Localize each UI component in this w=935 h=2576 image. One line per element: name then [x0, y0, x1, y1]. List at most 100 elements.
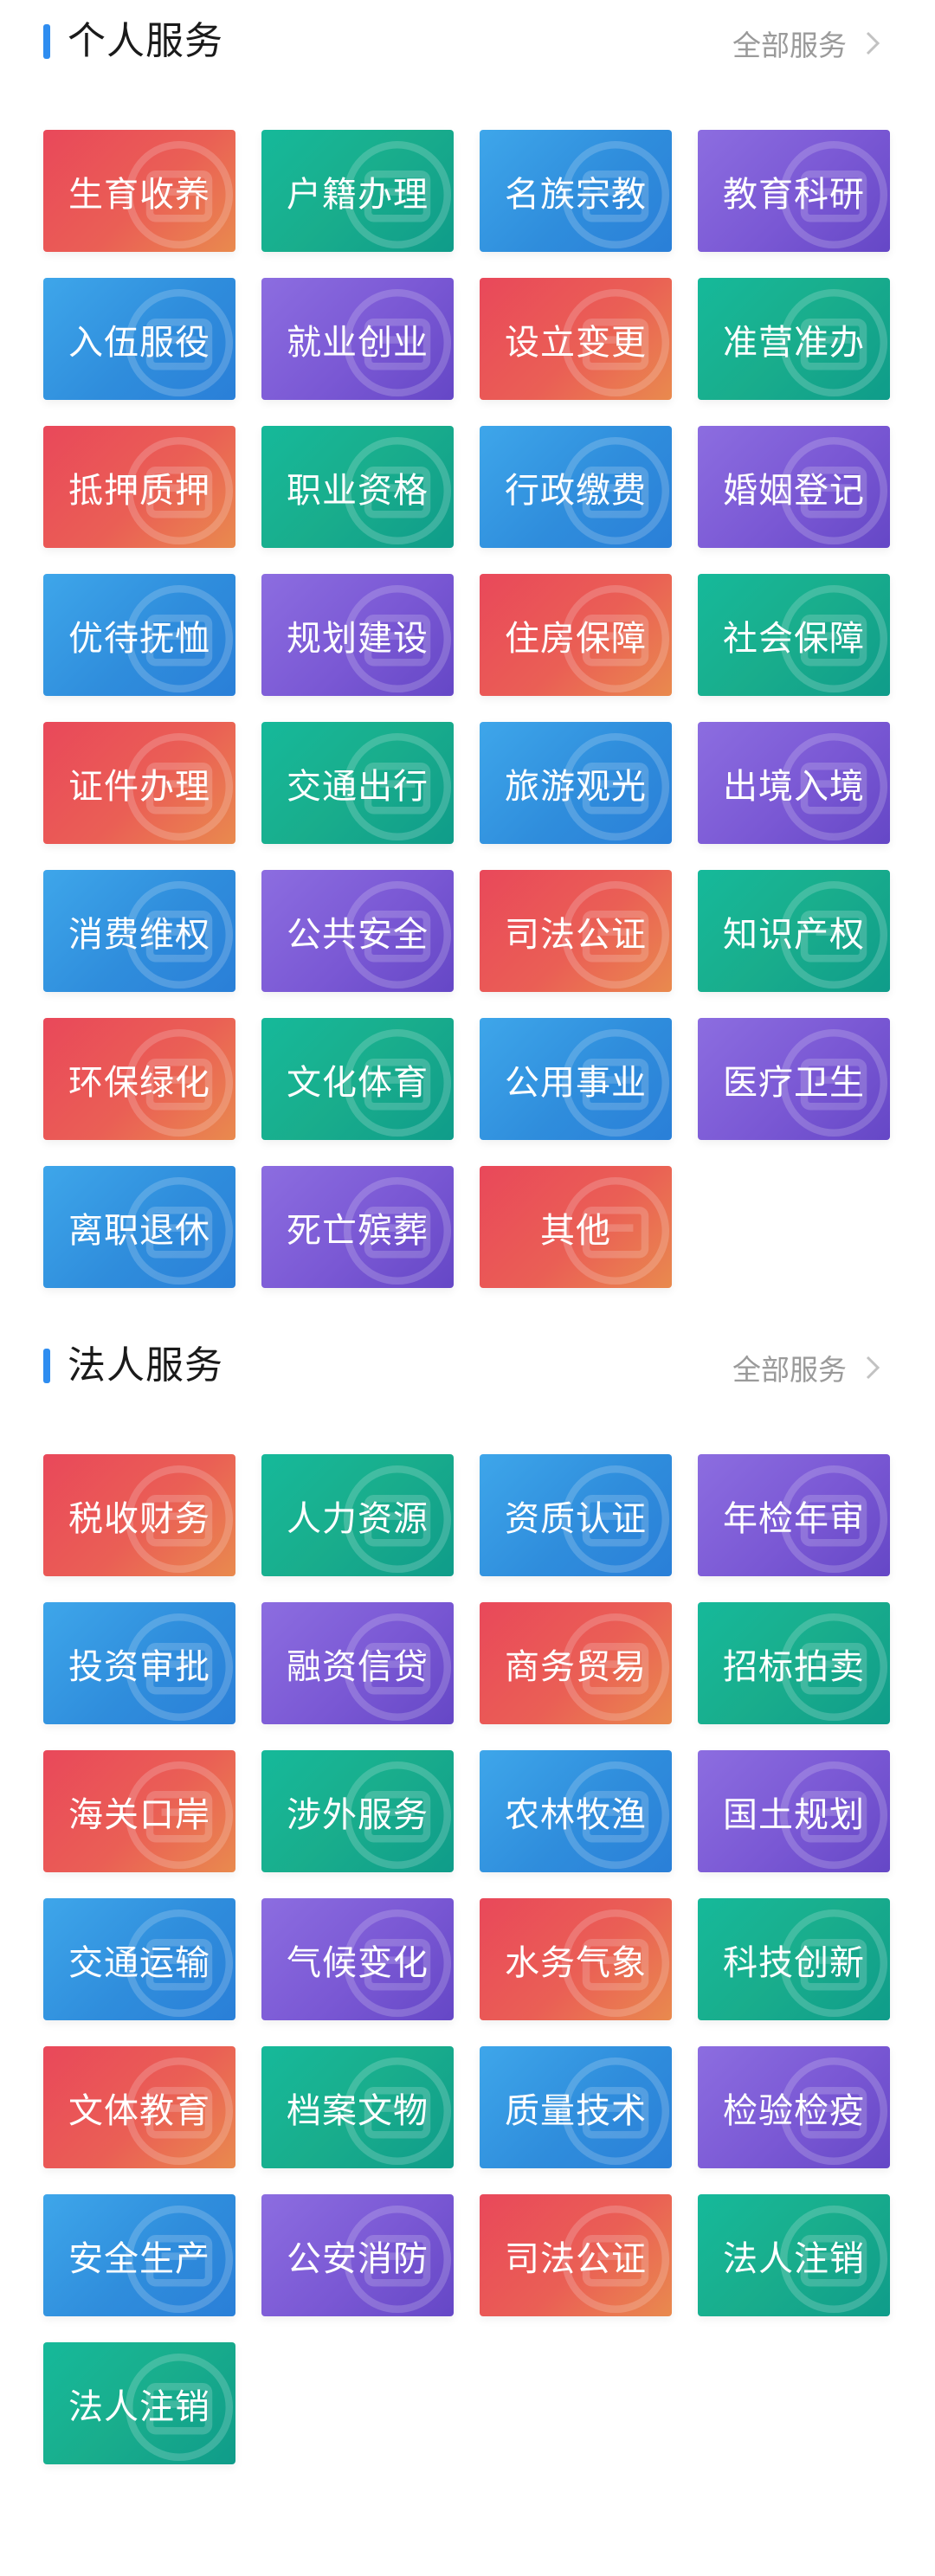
service-tile[interactable]: 文体教育 — [43, 2046, 235, 2168]
service-tile[interactable]: 检验检疫 — [698, 2046, 890, 2168]
service-label: 投资审批 — [68, 1646, 210, 1687]
service-label: 死亡殡葬 — [287, 1210, 429, 1251]
legal-services-grid: 税收财务 人力资源 资质认证 年检年审投资审批 融资信贷 商务贸易 招标拍卖海关口岸 涉外服务… — [43, 1454, 892, 2464]
service-tile[interactable]: 环保绿化 — [43, 1018, 235, 1140]
service-label: 融资信贷 — [287, 1646, 429, 1687]
service-label: 生育收养 — [68, 174, 210, 215]
service-label: 教育科研 — [723, 174, 865, 215]
service-label: 入伍服役 — [68, 322, 210, 363]
service-label: 年检年审 — [723, 1498, 865, 1539]
service-tile[interactable]: 资质认证 — [480, 1454, 672, 1576]
section-title: 个人服务 — [68, 19, 223, 63]
service-tile[interactable]: 公安消防 — [261, 2194, 454, 2316]
service-label: 住房保障 — [505, 618, 647, 659]
service-tile[interactable]: 公用事业 — [480, 1018, 672, 1140]
service-tile[interactable]: 婚姻登记 — [698, 426, 890, 548]
service-label: 其他 — [540, 1210, 611, 1251]
service-tile[interactable]: 融资信贷 — [261, 1602, 454, 1724]
all-services-link[interactable]: 全部服务 — [732, 19, 892, 68]
service-tile[interactable]: 出境入境 — [698, 722, 890, 844]
legal-services-section: 法人服务 全部服务 税收财务 人力资源 资质认证 年检年审投资审批 融资信贷 商务贸易 招标… — [0, 1324, 935, 2464]
service-tile[interactable]: 死亡殡葬 — [261, 1166, 454, 1288]
service-label: 气候变化 — [287, 1942, 429, 1983]
service-label: 质量技术 — [505, 2090, 647, 2131]
service-tile[interactable]: 司法公证 — [480, 870, 672, 992]
service-label: 交通运输 — [68, 1942, 210, 1983]
service-label: 抵押质押 — [68, 470, 210, 511]
service-tile[interactable]: 年检年审 — [698, 1454, 890, 1576]
service-tile[interactable]: 职业资格 — [261, 426, 454, 548]
service-tile[interactable]: 离职退休 — [43, 1166, 235, 1288]
service-label: 行政缴费 — [505, 470, 647, 511]
service-tile[interactable]: 司法公证 — [480, 2194, 672, 2316]
service-tile[interactable]: 准营准办 — [698, 278, 890, 400]
service-tile[interactable]: 国土规划 — [698, 1750, 890, 1872]
service-tile[interactable]: 海关口岸 — [43, 1750, 235, 1872]
service-tile[interactable]: 文化体育 — [261, 1018, 454, 1140]
service-tile[interactable]: 商务贸易 — [480, 1602, 672, 1724]
service-tile[interactable]: 教育科研 — [698, 130, 890, 252]
service-tile[interactable]: 科技创新 — [698, 1898, 890, 2020]
service-tile[interactable]: 法人注销 — [43, 2342, 235, 2464]
service-label: 社会保障 — [723, 618, 865, 659]
service-tile[interactable]: 知识产权 — [698, 870, 890, 992]
service-label: 优待抚恤 — [68, 618, 210, 659]
service-label: 文化体育 — [287, 1062, 429, 1103]
section-header: 个人服务 全部服务 — [0, 0, 935, 69]
service-tile[interactable]: 住房保障 — [480, 574, 672, 696]
all-services-link[interactable]: 全部服务 — [732, 1343, 892, 1392]
service-tile[interactable]: 医疗卫生 — [698, 1018, 890, 1140]
service-label: 水务气象 — [505, 1942, 647, 1983]
service-label: 海关口岸 — [68, 1794, 210, 1835]
service-label: 公用事业 — [505, 1062, 647, 1103]
service-tile[interactable]: 涉外服务 — [261, 1750, 454, 1872]
service-label: 准营准办 — [723, 322, 865, 363]
section-accent-bar — [43, 24, 50, 59]
service-tile[interactable]: 社会保障 — [698, 574, 890, 696]
service-tile[interactable]: 优待抚恤 — [43, 574, 235, 696]
personal-services-grid: 生育收养 户籍办理 名族宗教 教育科研入伍服役 就业创业 设立变更 准营准办抵押质押 职业资格… — [43, 130, 892, 1288]
service-tile[interactable]: 交通出行 — [261, 722, 454, 844]
service-tile[interactable]: 税收财务 — [43, 1454, 235, 1576]
service-tile[interactable]: 投资审批 — [43, 1602, 235, 1724]
service-tile[interactable]: 规划建设 — [261, 574, 454, 696]
chevron-right-icon — [854, 1349, 892, 1387]
service-label: 国土规划 — [723, 1794, 865, 1835]
service-tile[interactable]: 公共安全 — [261, 870, 454, 992]
service-tile[interactable]: 户籍办理 — [261, 130, 454, 252]
service-label: 档案文物 — [287, 2090, 429, 2131]
service-label: 商务贸易 — [505, 1646, 647, 1687]
service-tile[interactable]: 交通运输 — [43, 1898, 235, 2020]
service-tile[interactable]: 档案文物 — [261, 2046, 454, 2168]
service-label: 规划建设 — [287, 618, 429, 659]
service-tile[interactable]: 法人注销 — [698, 2194, 890, 2316]
service-tile[interactable]: 其他 — [480, 1166, 672, 1288]
service-tile[interactable]: 招标拍卖 — [698, 1602, 890, 1724]
service-tile[interactable]: 就业创业 — [261, 278, 454, 400]
service-tile[interactable]: 设立变更 — [480, 278, 672, 400]
service-tile[interactable]: 安全生产 — [43, 2194, 235, 2316]
service-tile[interactable]: 抵押质押 — [43, 426, 235, 548]
service-label: 名族宗教 — [505, 174, 647, 215]
service-tile[interactable]: 气候变化 — [261, 1898, 454, 2020]
service-tile[interactable]: 农林牧渔 — [480, 1750, 672, 1872]
service-label: 就业创业 — [287, 322, 429, 363]
service-tile[interactable]: 人力资源 — [261, 1454, 454, 1576]
service-label: 证件办理 — [68, 766, 210, 807]
service-tile[interactable]: 行政缴费 — [480, 426, 672, 548]
service-label: 婚姻登记 — [723, 470, 865, 511]
service-label: 出境入境 — [723, 766, 865, 807]
service-tile[interactable]: 质量技术 — [480, 2046, 672, 2168]
service-label: 人力资源 — [287, 1498, 429, 1539]
service-label: 公安消防 — [287, 2238, 429, 2279]
service-tile[interactable]: 旅游观光 — [480, 722, 672, 844]
service-tile[interactable]: 证件办理 — [43, 722, 235, 844]
service-tile[interactable]: 名族宗教 — [480, 130, 672, 252]
service-tile[interactable]: 消费维权 — [43, 870, 235, 992]
service-label: 司法公证 — [505, 914, 647, 955]
service-tile[interactable]: 生育收养 — [43, 130, 235, 252]
service-tile[interactable]: 入伍服役 — [43, 278, 235, 400]
service-tile[interactable]: 水务气象 — [480, 1898, 672, 2020]
section-title: 法人服务 — [68, 1343, 223, 1388]
service-label: 检验检疫 — [723, 2090, 865, 2131]
